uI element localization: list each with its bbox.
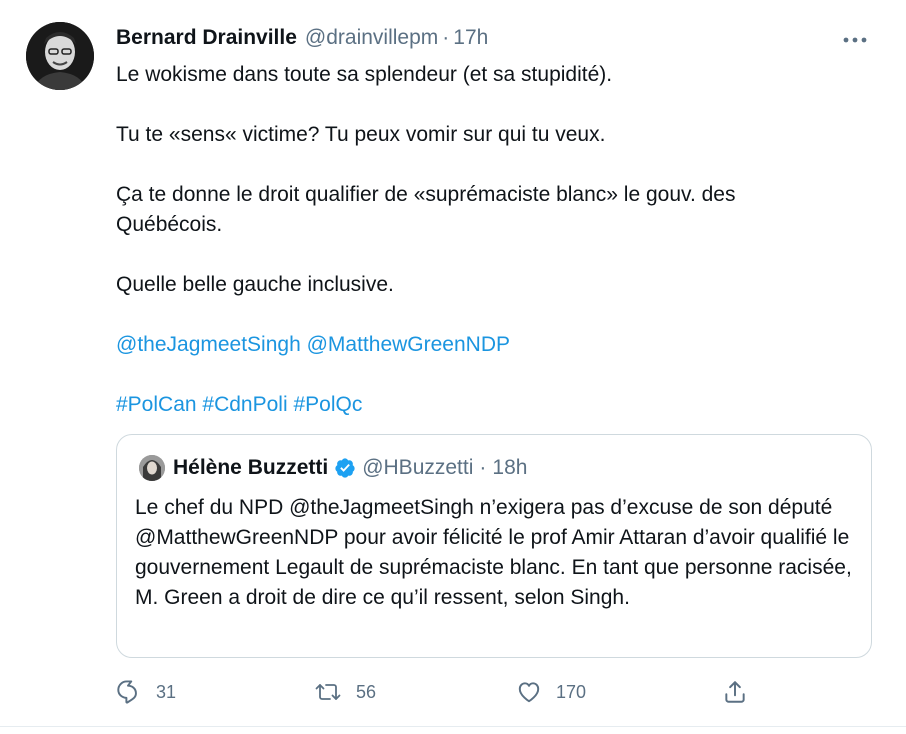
tweet-paragraph: Tu te «sens« victime? Tu peux vomir sur … (116, 123, 606, 146)
quoted-timestamp: 18h (492, 456, 528, 479)
share-button[interactable] (722, 676, 748, 708)
more-options-button[interactable] (840, 28, 870, 50)
quoted-tweet[interactable]: Hélène Buzzetti @HBuzzetti · 18h Le chef… (116, 434, 872, 658)
tweet-text: Le wokisme dans toute sa splendeur (et s… (116, 60, 856, 420)
quoted-header-separator: · (479, 456, 487, 479)
hashtag-link[interactable]: #CdnPoli (202, 393, 287, 416)
mention-link[interactable]: @MatthewGreenNDP (307, 333, 510, 356)
tweet-paragraph: Le wokisme dans toute sa splendeur (et s… (116, 63, 613, 86)
verified-badge-icon (334, 457, 356, 479)
quoted-author-handle: @HBuzzetti (362, 456, 474, 479)
tweet-paragraph: Ça te donne le droit qualifier de «supré… (116, 183, 736, 236)
more-dots-icon (843, 30, 867, 48)
author-name[interactable]: Bernard Drainville (116, 26, 297, 50)
mention-link[interactable]: @theJagmeetSingh (116, 333, 301, 356)
quoted-author-name: Hélène Buzzetti (173, 456, 329, 479)
reply-icon (116, 679, 142, 705)
reply-button[interactable]: 31 (116, 676, 176, 708)
header-separator: · (442, 26, 450, 49)
like-button[interactable]: 170 (516, 676, 586, 708)
tweet-timestamp[interactable]: 17h (453, 26, 488, 50)
tweet-paragraph: Quelle belle gauche inclusive. (116, 273, 394, 296)
retweet-icon (314, 679, 342, 705)
tweet-divider (0, 726, 906, 727)
tweet-header: Bernard Drainville @drainvillepm · 17h (116, 24, 488, 52)
like-count: 170 (556, 681, 587, 702)
hashtag-link[interactable]: #PolCan (116, 393, 197, 416)
reply-count: 31 (156, 681, 177, 702)
quoted-author-avatar (139, 455, 165, 481)
share-icon (722, 679, 748, 705)
tweet-mentions: @theJagmeetSingh @MatthewGreenNDP (116, 330, 856, 360)
heart-icon (516, 679, 542, 705)
tweet-hashtags: #PolCan #CdnPoli #PolQc (116, 390, 856, 420)
author-handle[interactable]: @drainvillepm (305, 26, 438, 50)
retweet-button[interactable]: 56 (314, 676, 376, 708)
retweet-count: 56 (356, 681, 377, 702)
tweet-actions: 31 56 170 (116, 676, 876, 708)
hashtag-link[interactable]: #PolQc (293, 393, 362, 416)
author-avatar[interactable] (26, 22, 94, 90)
quoted-tweet-text: Le chef du NPD @theJagmeetSingh n’exiger… (135, 496, 852, 609)
tweet-card[interactable]: Bernard Drainville @drainvillepm · 17h L… (0, 0, 906, 734)
quoted-tweet-header: Hélène Buzzetti @HBuzzetti · 18h (173, 454, 527, 482)
